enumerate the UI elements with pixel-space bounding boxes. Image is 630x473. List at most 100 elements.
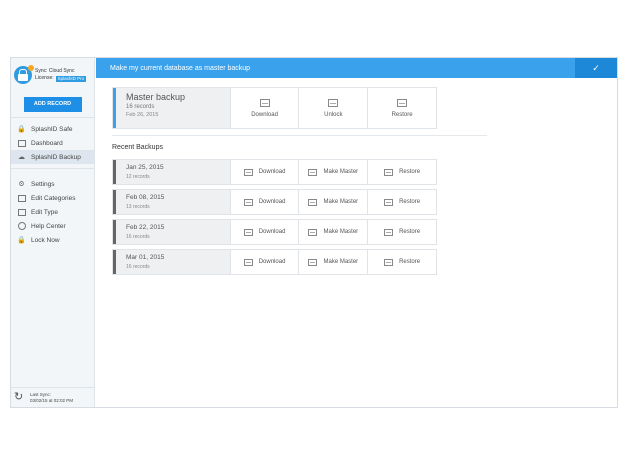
database-icon [308, 228, 318, 236]
backup-row: Feb 08, 2015 13 records Download Make Ma… [112, 189, 437, 215]
license-badge: SplashID Pro [55, 75, 87, 82]
action-label: Unlock [324, 111, 343, 118]
make-master-button[interactable]: Make Master [298, 220, 367, 244]
backup-row: Feb 22, 2015 16 records Download Make Ma… [112, 219, 437, 245]
app-info: Sync: Cloud Sync License: SplashID Pro [35, 68, 87, 82]
nav-primary: 🔒 SplashID Safe Dashboard ☁ SplashID Bac… [11, 122, 94, 164]
database-icon [384, 198, 394, 206]
gear-icon: ⚙ [18, 181, 25, 188]
database-icon [384, 228, 394, 236]
database-icon [243, 228, 253, 236]
master-backup-card: Master backup 16 records Feb 26, 2015 Do… [112, 87, 437, 129]
restore-button[interactable]: Restore [367, 160, 436, 184]
database-icon [308, 168, 318, 176]
sidebar-item-splashid-backup[interactable]: ☁ SplashID Backup [11, 150, 94, 164]
sidebar-item-dashboard[interactable]: Dashboard [11, 136, 94, 150]
database-icon [243, 198, 253, 206]
last-sync-time: 03/02/15 at 02:02 PM [30, 397, 74, 403]
last-sync-info: Last Sync: 03/02/15 at 02:02 PM [30, 392, 73, 404]
action-label: Make Master [323, 259, 359, 265]
license-label: License: [35, 75, 54, 81]
app-window: Sync: Cloud Sync License: SplashID Pro A… [10, 57, 618, 408]
database-icon [384, 258, 394, 266]
sidebar-item-label: Edit Categories [31, 194, 76, 202]
action-label: Make Master [323, 199, 359, 205]
restore-button[interactable]: Restore [367, 190, 436, 214]
sidebar-divider [11, 117, 94, 118]
download-button[interactable]: Download [229, 160, 299, 184]
sidebar-item-label: Edit Type [31, 208, 58, 216]
master-download-button[interactable]: Download [229, 88, 299, 128]
backup-records: 13 records [126, 204, 150, 210]
backup-date: Jan 25, 2015 [126, 164, 164, 171]
sidebar-item-splashid-safe[interactable]: 🔒 SplashID Safe [11, 122, 94, 136]
prompt-message: Make my current database as master backu… [110, 64, 251, 72]
lock-icon: 🔒 [17, 126, 26, 133]
action-label: Make Master [323, 169, 359, 175]
action-label: Restore [399, 199, 421, 205]
action-label: Make Master [323, 229, 359, 235]
database-icon [243, 168, 253, 176]
backup-info: Feb 08, 2015 13 records [113, 190, 230, 214]
license-row: License: SplashID Pro [35, 75, 87, 82]
sidebar-header: Sync: Cloud Sync License: SplashID Pro [11, 58, 94, 92]
info-icon [17, 222, 26, 231]
action-label: Restore [399, 259, 421, 265]
database-icon [397, 98, 408, 107]
sync-icon[interactable]: ↻ [14, 392, 25, 403]
master-unlock-button[interactable]: Unlock [298, 88, 367, 128]
database-icon [308, 258, 318, 266]
backup-records: 16 records [126, 234, 150, 240]
confirm-button[interactable]: ✓ [575, 58, 617, 78]
restore-button[interactable]: Restore [367, 220, 436, 244]
sidebar-item-edit-categories[interactable]: Edit Categories [11, 191, 94, 205]
section-divider [112, 135, 487, 136]
sidebar: Sync: Cloud Sync License: SplashID Pro A… [11, 58, 95, 407]
app-name: Sync: Cloud Sync [35, 68, 75, 74]
action-label: Download [258, 259, 286, 265]
master-backup-info: Master backup 16 records Feb 26, 2015 [113, 88, 230, 128]
recent-backups-heading: Recent Backups [112, 144, 163, 151]
backup-records: 16 records [126, 264, 150, 270]
lock-icon: 🔒 [17, 237, 26, 244]
master-restore-button[interactable]: Restore [367, 88, 436, 128]
download-button[interactable]: Download [229, 190, 299, 214]
action-label: Restore [391, 111, 413, 118]
sidebar-footer: ↻ Last Sync: 03/02/15 at 02:02 PM [11, 387, 94, 407]
backup-info: Jan 25, 2015 12 records [113, 160, 230, 184]
backup-date: Mar 01, 2015 [126, 254, 165, 261]
make-master-button[interactable]: Make Master [298, 160, 367, 184]
folder-icon [17, 208, 26, 217]
action-label: Restore [399, 229, 421, 235]
sidebar-item-label: SplashID Safe [31, 125, 73, 133]
action-label: Download [258, 229, 286, 235]
add-record-button[interactable]: ADD RECORD [23, 97, 82, 112]
action-label: Download [258, 199, 286, 205]
sidebar-item-help-center[interactable]: Help Center [11, 219, 94, 233]
backup-date: Feb 22, 2015 [126, 224, 165, 231]
backup-date: Feb 08, 2015 [126, 194, 165, 201]
database-icon [243, 258, 253, 266]
cloud-icon: ☁ [18, 154, 25, 161]
nav-secondary: ⚙ Settings Edit Categories Edit Type Hel… [11, 168, 94, 247]
backup-records: 12 records [126, 174, 150, 180]
action-label: Restore [399, 169, 421, 175]
master-backup-records: 16 records [126, 104, 155, 110]
sidebar-item-edit-type[interactable]: Edit Type [11, 205, 94, 219]
database-icon [259, 98, 270, 107]
database-icon [384, 168, 394, 176]
sidebar-item-label: Settings [31, 180, 55, 188]
sidebar-item-lock-now[interactable]: 🔒 Lock Now [11, 233, 94, 247]
sidebar-item-settings[interactable]: ⚙ Settings [11, 177, 94, 191]
check-icon: ✓ [592, 62, 600, 73]
download-button[interactable]: Download [229, 250, 299, 274]
master-backup-title: Master backup [126, 92, 186, 102]
master-backup-prompt-bar: Make my current database as master backu… [96, 58, 617, 78]
make-master-button[interactable]: Make Master [298, 190, 367, 214]
download-button[interactable]: Download [229, 220, 299, 244]
sidebar-item-label: Dashboard [31, 139, 63, 147]
splashid-logo-icon [14, 65, 34, 84]
backup-row: Mar 01, 2015 16 records Download Make Ma… [112, 249, 437, 275]
restore-button[interactable]: Restore [367, 250, 436, 274]
make-master-button[interactable]: Make Master [298, 250, 367, 274]
